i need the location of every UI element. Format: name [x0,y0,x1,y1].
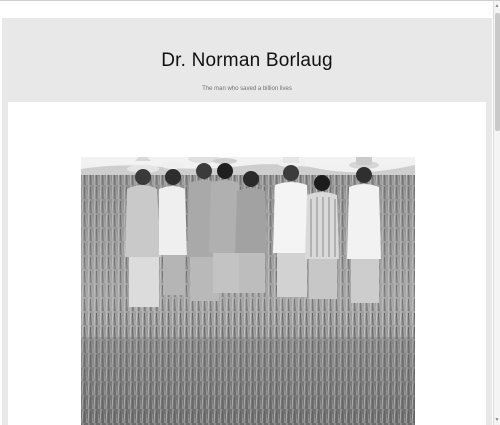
scroll-up-arrow-icon[interactable]: ▲ [494,2,500,10]
borlaug-wheat-field-photo [81,157,415,425]
page-container: Dr. Norman Borlaug The man who saved a b… [2,18,492,425]
browser-viewport: Dr. Norman Borlaug The man who saved a b… [0,0,500,425]
window-top-border [0,0,500,1]
scroll-down-arrow-icon[interactable]: ▼ [494,416,500,424]
vertical-scrollbar[interactable]: ▲ ▼ [493,1,500,425]
content-card [8,102,486,425]
scrollbar-thumb[interactable] [495,13,500,131]
page-title: Dr. Norman Borlaug [161,50,333,71]
page-subtitle: The man who saved a billion lives [202,86,292,92]
